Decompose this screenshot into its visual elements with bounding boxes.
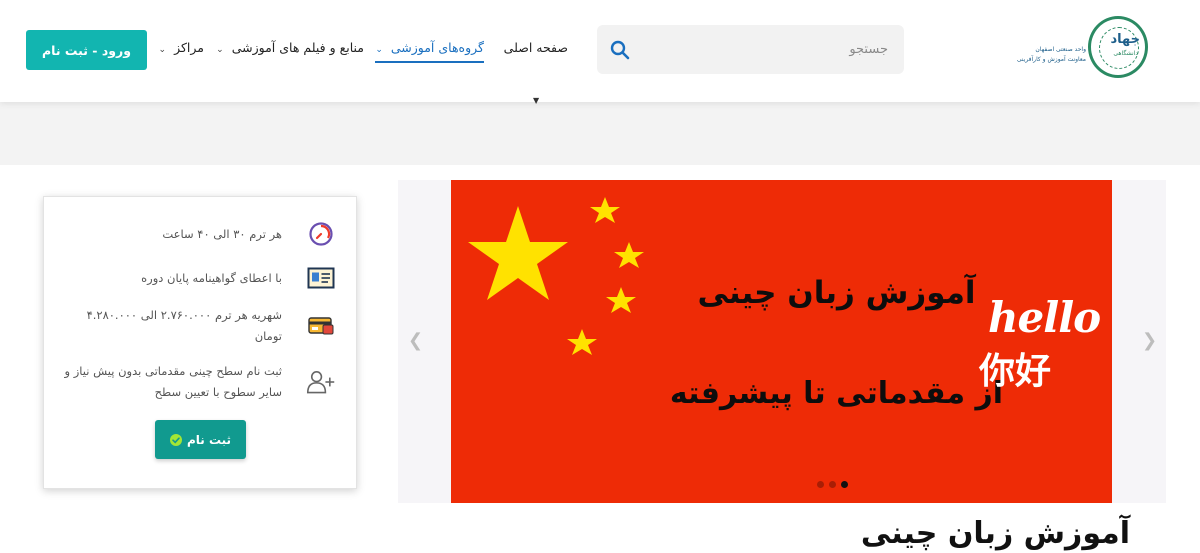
logo-tagline-1: واحد صنعتی اصفهان <box>1035 46 1086 53</box>
credit-card-icon <box>306 311 336 341</box>
info-registration-text: ثبت نام سطح چینی مقدماتی بدون پیش نیاز و… <box>64 364 282 399</box>
chevron-left-icon[interactable]: ❮ <box>408 330 423 351</box>
nav-centers-label: مراکز <box>174 40 204 55</box>
search-icon[interactable] <box>609 39 631 61</box>
certificate-icon <box>306 263 336 293</box>
chevron-down-icon: ⌄ <box>375 45 383 55</box>
info-tuition-text: شهریه هر ترم ۲.۷۶۰.۰۰۰ الی ۴.۲۸۰.۰۰۰ توم… <box>86 308 282 343</box>
nav-home[interactable]: صفحه اصلی <box>504 40 568 55</box>
register-button-label: ثبت نام <box>186 432 232 447</box>
slide-chinese-text: 你好 <box>979 351 1052 392</box>
nav-resources-label: منابع و فیلم های آموزشی <box>231 40 364 55</box>
add-user-icon <box>306 367 336 397</box>
slider-dot-active[interactable] <box>841 481 848 488</box>
nav-groups-label: گروه‌های آموزشی <box>390 40 484 55</box>
nav-educational-groups[interactable]: گروه‌های آموزشی ⌄ <box>375 40 484 63</box>
logo-sub: دانشگاهی <box>1113 50 1138 57</box>
course-slider: ❮ آموزش زبان چینی از مقدماتی تا پیشرفته … <box>398 180 1166 503</box>
gray-band <box>0 102 1200 165</box>
chevron-down-icon: ⌄ <box>158 45 167 55</box>
check-circle-icon <box>169 433 182 446</box>
logo-tagline-2: معاونت آموزش و کارآفرینی <box>1016 56 1086 63</box>
clock-icon <box>306 219 336 249</box>
logo-seal <box>1088 16 1148 78</box>
chevron-down-icon: ⌄ <box>216 45 224 55</box>
nav-home-label: صفحه اصلی <box>503 40 568 55</box>
search-input[interactable] <box>637 25 892 74</box>
nav-centers[interactable]: مراکز ⌄ <box>159 40 204 55</box>
nav-resources[interactable]: منابع و فیلم های آموزشی ⌄ <box>216 40 364 55</box>
logo-name: جهاد <box>1110 32 1140 47</box>
login-register-button[interactable]: ورود - ثبت نام <box>26 30 147 70</box>
info-item-tuition: شهریه هر ترم ۲.۷۶۰.۰۰۰ الی ۴.۲۸۰.۰۰۰ توم… <box>60 305 336 347</box>
site-header: جهاد دانشگاهی واحد صنعتی اصفهان معاونت آ… <box>0 0 1200 102</box>
chevron-right-icon[interactable]: ❯ <box>1142 330 1157 351</box>
info-item-duration: هر ترم ۳۰ الی ۴۰ ساعت <box>60 219 336 249</box>
info-duration-text: هر ترم ۳۰ الی ۴۰ ساعت <box>162 226 282 241</box>
info-item-certificate: با اعطای گواهینامه پایان دوره <box>60 263 336 293</box>
slider-dot[interactable] <box>829 481 836 488</box>
page-title: آموزش زبان چینی <box>860 516 1130 551</box>
info-certificate-text: با اعطای گواهینامه پایان دوره <box>141 270 282 285</box>
slider-dots <box>817 481 848 488</box>
course-info-card: هر ترم ۳۰ الی ۴۰ ساعت با اعطای گواهینامه… <box>43 196 357 489</box>
search-box <box>597 25 904 74</box>
register-button[interactable]: ثبت نام <box>155 420 246 459</box>
caret-down-icon: ▼ <box>533 96 540 105</box>
slide-chinese-course[interactable]: آموزش زبان چینی از مقدماتی تا پیشرفته he… <box>451 180 1112 503</box>
info-item-registration: ثبت نام سطح چینی مقدماتی بدون پیش نیاز و… <box>60 361 336 403</box>
slider-dot[interactable] <box>817 481 824 488</box>
site-logo[interactable]: جهاد دانشگاهی واحد صنعتی اصفهان معاونت آ… <box>1017 14 1150 84</box>
slide-hello-text: hello <box>988 293 1101 342</box>
